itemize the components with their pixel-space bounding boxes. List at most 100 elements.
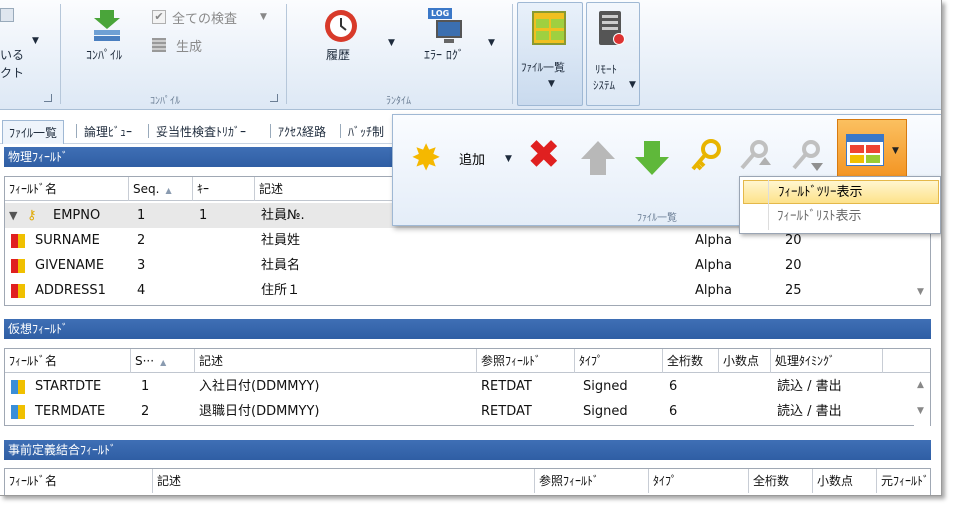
col-total-digits[interactable]: 全桁数 bbox=[749, 469, 813, 493]
compile-icon[interactable] bbox=[90, 8, 124, 44]
tab-validation-trigger[interactable]: 妥当性検査ﾄﾘｶﾞｰ bbox=[150, 120, 252, 144]
remote-dropdown-icon[interactable]: ▼ bbox=[629, 80, 636, 90]
check-all-dropdown-icon[interactable]: ▼ bbox=[260, 12, 267, 22]
tab-access-route[interactable]: ｱｸｾｽ経路 bbox=[272, 120, 332, 144]
scroll-down-icon[interactable]: ▼ bbox=[917, 406, 924, 416]
col-type[interactable]: ﾀｲﾌﾟ bbox=[575, 349, 663, 373]
history-button[interactable]: 履歴 bbox=[326, 46, 350, 63]
dropdown-arrow-icon[interactable]: ▼ bbox=[32, 36, 39, 46]
col-field-name[interactable]: ﾌｨｰﾙﾄﾞ名 bbox=[5, 469, 153, 493]
table-row[interactable]: STARTDTE 1 入社日付(DDMMYY) RETDAT Signed 6 … bbox=[5, 374, 930, 399]
application-window: いる クト ▼ ｺﾝﾊﾟｲﾙ ✔ 全ての検査 ▼ 生成 ｺﾝﾊﾟｲﾙ 履歴 ▼ … bbox=[0, 0, 942, 496]
col-total-digits[interactable]: 全桁数 bbox=[663, 349, 719, 373]
virtual-field-icon bbox=[11, 405, 25, 419]
predefined-join-fields-title: 事前定義結合ﾌｨｰﾙﾄﾞ bbox=[4, 440, 931, 460]
col-ref-field[interactable]: 参照ﾌｨｰﾙﾄﾞ bbox=[535, 469, 649, 493]
field-desc: 住所１ bbox=[261, 283, 301, 298]
col-seq[interactable]: S··· ▲ bbox=[131, 349, 195, 373]
field-type: Signed bbox=[583, 379, 628, 394]
col-source-field[interactable]: 元ﾌｨｰﾙﾄﾞ bbox=[877, 469, 931, 493]
field-icon bbox=[11, 284, 25, 298]
error-log-button[interactable]: ｴﾗｰ ﾛｸﾞ bbox=[424, 46, 464, 63]
expand-icon[interactable]: ▼ bbox=[9, 203, 17, 228]
compile-button[interactable]: ｺﾝﾊﾟｲﾙ bbox=[86, 46, 122, 63]
mini-toolbar-group-label: ﾌｧｲﾙ一覧 bbox=[637, 213, 677, 224]
move-up-icon[interactable] bbox=[579, 139, 617, 177]
add-button[interactable]: 追加 bbox=[459, 149, 485, 168]
field-seq: 1 bbox=[137, 208, 146, 223]
scroll-up-icon[interactable]: ▲ bbox=[917, 380, 924, 390]
history-clock-icon[interactable] bbox=[322, 6, 360, 44]
add-star-icon[interactable]: ✸ bbox=[411, 141, 441, 177]
dialog-launcher-icon[interactable] bbox=[44, 94, 52, 102]
col-description[interactable]: 記述 bbox=[195, 349, 477, 373]
generate-item[interactable]: 生成 bbox=[176, 36, 202, 55]
compile-launcher-icon[interactable] bbox=[270, 94, 278, 102]
checkbox-icon[interactable]: ✔ bbox=[152, 10, 166, 24]
field-icon bbox=[11, 234, 25, 248]
remote-label-2: ｼｽﾃﾑ bbox=[593, 79, 615, 92]
field-name: TERMDATE bbox=[35, 404, 106, 419]
table-row[interactable]: GIVENAME 3 社員名 Alpha 20 bbox=[5, 253, 930, 278]
partial-button-label-2[interactable]: クト bbox=[0, 64, 24, 81]
remote-system-button[interactable]: ﾘﾓｰﾄ ｼｽﾃﾑ ▼ bbox=[586, 2, 640, 106]
error-log-icon[interactable]: LOG bbox=[428, 6, 468, 46]
table-row[interactable]: ADDRESS1 4 住所１ Alpha 25 bbox=[5, 278, 930, 303]
history-dropdown-icon[interactable]: ▼ bbox=[388, 38, 395, 48]
tab-logical-view[interactable]: 論理ﾋﾞｭｰ bbox=[78, 120, 138, 144]
col-decimals[interactable]: 小数点 bbox=[813, 469, 877, 493]
tab-batch-control[interactable]: ﾊﾞｯﾁ制 bbox=[342, 120, 390, 144]
field-length: 20 bbox=[785, 258, 802, 273]
field-type: Alpha bbox=[695, 233, 732, 248]
field-type: Signed bbox=[583, 404, 628, 419]
key-up-icon[interactable] bbox=[737, 139, 773, 177]
key-icon: ⚷ bbox=[27, 208, 37, 223]
field-seq: 1 bbox=[141, 379, 150, 394]
field-seq: 4 bbox=[137, 283, 146, 298]
col-seq[interactable]: Seq. ▲ bbox=[129, 177, 193, 201]
col-decimals[interactable]: 小数点 bbox=[719, 349, 771, 373]
remote-label-1: ﾘﾓｰﾄ bbox=[595, 63, 617, 76]
add-dropdown-icon[interactable]: ▼ bbox=[505, 154, 512, 164]
field-seq: 3 bbox=[137, 258, 146, 273]
view-dropdown-menu: ﾌｨｰﾙﾄﾞﾂﾘｰ表示 ﾌｨｰﾙﾄﾞﾘｽﾄ表示 bbox=[739, 176, 941, 234]
view-toggle-dropdown-icon[interactable]: ▼ bbox=[892, 146, 899, 156]
check-all-item[interactable]: 全ての検査 bbox=[172, 8, 237, 27]
virtual-fields-grid: ﾌｨｰﾙﾄﾞ名 S··· ▲ 記述 参照ﾌｨｰﾙﾄﾞ ﾀｲﾌﾟ 全桁数 小数点 処… bbox=[4, 348, 931, 426]
compile-group-label: ｺﾝﾊﾟｲﾙ bbox=[150, 96, 180, 107]
error-log-dropdown-icon[interactable]: ▼ bbox=[488, 38, 495, 48]
vertical-scrollbar[interactable]: ▲ ▼ bbox=[914, 374, 930, 426]
field-name: SURNAME bbox=[35, 233, 100, 248]
server-icon bbox=[599, 11, 625, 45]
key-icon[interactable] bbox=[689, 139, 721, 177]
table-row[interactable]: TERMDATE 2 退職日付(DDMMYY) RETDAT Signed 6 … bbox=[5, 399, 930, 424]
col-field-name[interactable]: ﾌｨｰﾙﾄﾞ名 bbox=[5, 349, 131, 373]
view-toggle-button[interactable]: ▼ bbox=[837, 119, 907, 181]
delete-icon[interactable]: ✖ bbox=[527, 135, 561, 175]
file-list-button[interactable]: ﾌｧｲﾙ一覧 ▼ bbox=[517, 2, 583, 106]
field-digits: 6 bbox=[669, 404, 678, 419]
field-desc: 入社日付(DDMMYY) bbox=[199, 379, 320, 394]
col-process-timing[interactable]: 処理ﾀｲﾐﾝｸﾞ bbox=[771, 349, 883, 373]
col-ref-field[interactable]: 参照ﾌｨｰﾙﾄﾞ bbox=[477, 349, 575, 373]
col-description[interactable]: 記述 bbox=[153, 469, 535, 493]
predefined-join-fields-grid: ﾌｨｰﾙﾄﾞ名 記述 参照ﾌｨｰﾙﾄﾞ ﾀｲﾌﾟ 全桁数 小数点 元ﾌｨｰﾙﾄﾞ bbox=[4, 468, 931, 495]
grid-view-icon bbox=[846, 134, 884, 166]
menu-item-field-tree[interactable]: ﾌｨｰﾙﾄﾞﾂﾘｰ表示 bbox=[743, 180, 939, 204]
file-list-dropdown-icon[interactable]: ▼ bbox=[548, 79, 555, 89]
log-badge: LOG bbox=[428, 8, 453, 19]
scroll-down-icon[interactable]: ▼ bbox=[917, 287, 924, 297]
virtual-field-icon bbox=[11, 380, 25, 394]
file-list-label: ﾌｧｲﾙ一覧 bbox=[521, 61, 565, 74]
field-timing: 読込 / 書出 bbox=[777, 379, 842, 394]
col-key[interactable]: ｷｰ bbox=[193, 177, 255, 201]
key-down-icon[interactable] bbox=[789, 139, 825, 177]
move-down-icon[interactable] bbox=[633, 139, 671, 177]
field-desc: 社員名 bbox=[261, 258, 301, 273]
tab-file-list[interactable]: ﾌｧｲﾙ一覧 bbox=[2, 120, 65, 144]
col-type[interactable]: ﾀｲﾌﾟ bbox=[649, 469, 749, 493]
menu-item-field-list[interactable]: ﾌｨｰﾙﾄﾞﾘｽﾄ表示 bbox=[743, 205, 939, 229]
col-field-name[interactable]: ﾌｨｰﾙﾄﾞ名 bbox=[5, 177, 129, 201]
partial-button-label-1[interactable]: いる bbox=[0, 46, 24, 63]
col-description[interactable]: 記述 bbox=[255, 177, 405, 201]
